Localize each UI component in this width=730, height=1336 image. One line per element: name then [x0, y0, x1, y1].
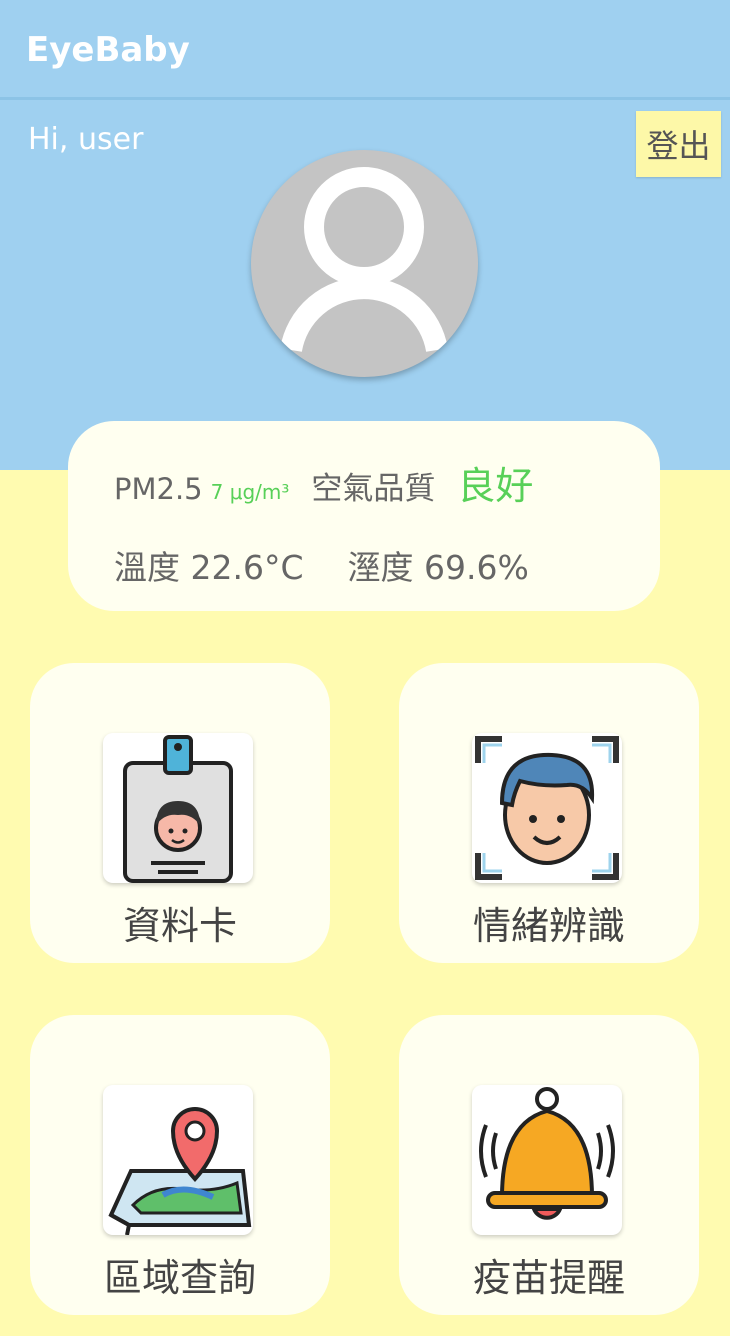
id-card-icon: [103, 733, 253, 883]
face-scan-icon: [472, 733, 622, 883]
environment-card: PM2.5 7 μg/m³ 空氣品質 良好 溫度 22.6°C 溼度 69.6%: [68, 421, 660, 611]
menu-tile-label: 疫苗提醒: [472, 1256, 625, 1300]
map-pin-icon: [103, 1085, 253, 1235]
logout-button[interactable]: 登出: [636, 111, 721, 177]
air-quality-status: 良好: [457, 464, 534, 508]
greeting-text: Hi, user: [28, 122, 144, 157]
humidity-text: 溼度 69.6%: [347, 548, 529, 587]
avatar[interactable]: [251, 150, 478, 377]
pm25-value: 7 μg/m³: [210, 480, 290, 504]
temperature-text: 溫度 22.6°C: [114, 548, 304, 587]
menu-tile-data-card[interactable]: 資料卡: [30, 663, 330, 963]
menu-tile-label: 情緒辨識: [472, 904, 625, 948]
menu-tile-emotion-recognition[interactable]: 情緒辨識: [399, 663, 699, 963]
air-quality-label: 空氣品質: [311, 471, 436, 507]
menu-tile-label: 區域查詢: [103, 1256, 256, 1300]
air-quality-row: PM2.5 7 μg/m³ 空氣品質 良好: [114, 455, 533, 510]
user-avatar-icon: [280, 167, 448, 353]
menu-tile-vaccine-reminder[interactable]: 疫苗提醒: [399, 1015, 699, 1315]
pm25-label: PM2.5: [114, 472, 203, 506]
app-title: EyeBaby: [26, 30, 190, 70]
climate-row: 溫度 22.6°C 溼度 69.6%: [114, 541, 529, 589]
app-bar: EyeBaby: [0, 0, 730, 100]
bell-icon: [472, 1085, 622, 1235]
menu-tile-area-search[interactable]: 區域查詢: [30, 1015, 330, 1315]
menu-tile-label: 資料卡: [122, 904, 237, 948]
